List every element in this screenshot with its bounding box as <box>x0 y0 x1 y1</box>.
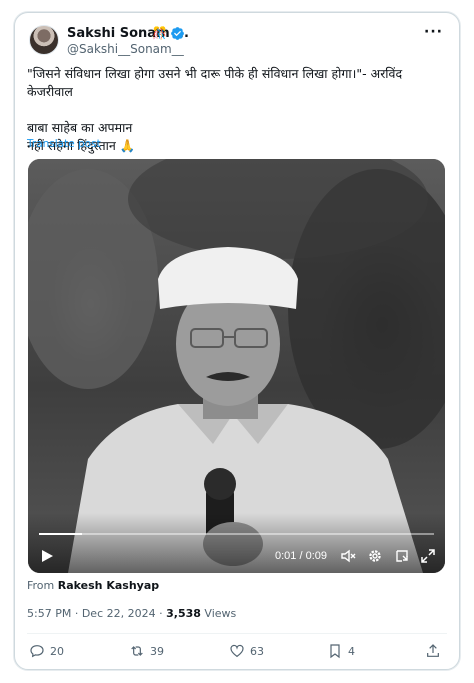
views-count: 3,538 <box>166 607 201 620</box>
duration: 0:09 <box>305 550 328 562</box>
post-date[interactable]: Dec 22, 2024 <box>82 607 156 620</box>
video-time: 0:01 / 0:09 <box>275 549 327 563</box>
repost-button[interactable]: 39 <box>129 641 164 661</box>
video-still-image <box>28 159 445 573</box>
reply-count: 20 <box>50 644 64 658</box>
reply-button[interactable]: 20 <box>29 641 64 661</box>
bookmark-count: 4 <box>348 644 355 658</box>
source-author-link[interactable]: Rakesh Kashyap <box>58 579 159 592</box>
video-progress-bar[interactable] <box>39 533 434 535</box>
like-count: 63 <box>250 644 264 658</box>
more-options-icon[interactable]: ··· <box>424 25 443 39</box>
current-time: 0:01 <box>275 550 297 562</box>
bookmark-icon <box>330 644 340 659</box>
share-icon <box>427 644 439 657</box>
reply-icon <box>30 645 44 658</box>
bookmark-button[interactable]: 4 <box>327 641 355 661</box>
avatar[interactable] <box>29 25 59 55</box>
controls-overlay <box>28 513 445 573</box>
picture-in-picture-icon[interactable] <box>394 548 410 564</box>
action-bar: 20 39 63 4 <box>15 641 459 661</box>
mute-icon[interactable] <box>340 548 356 564</box>
post-time[interactable]: 5:57 PM <box>27 607 71 620</box>
time-separator: / <box>299 550 303 562</box>
video-source: From Rakesh Kashyap <box>27 579 159 592</box>
like-button[interactable]: 63 <box>229 641 264 661</box>
translate-post-link[interactable]: Translate post <box>27 138 101 150</box>
settings-gear-icon[interactable] <box>367 548 383 564</box>
share-button[interactable] <box>425 641 441 661</box>
post-card: Sakshi Sonam ... 🎊 @Sakshi__Sonam__ ··· … <box>14 12 460 670</box>
verified-badge-icon <box>171 27 184 40</box>
post-metadata: 5:57 PM · Dec 22, 2024 · 3,538 Views <box>27 607 237 620</box>
repost-icon <box>131 646 143 656</box>
video-progress-fill <box>39 533 83 535</box>
source-prefix: From <box>27 579 55 592</box>
views-label: Views <box>204 607 237 620</box>
play-icon[interactable] <box>40 549 54 563</box>
video-player[interactable]: 0:01 / 0:09 <box>28 159 445 573</box>
divider <box>27 633 447 634</box>
fullscreen-icon[interactable] <box>420 548 436 564</box>
celebration-emoji: 🎊 <box>152 26 167 40</box>
heart-icon <box>230 644 244 658</box>
repost-count: 39 <box>150 644 164 658</box>
user-handle[interactable]: @Sakshi__Sonam__ <box>67 42 184 57</box>
